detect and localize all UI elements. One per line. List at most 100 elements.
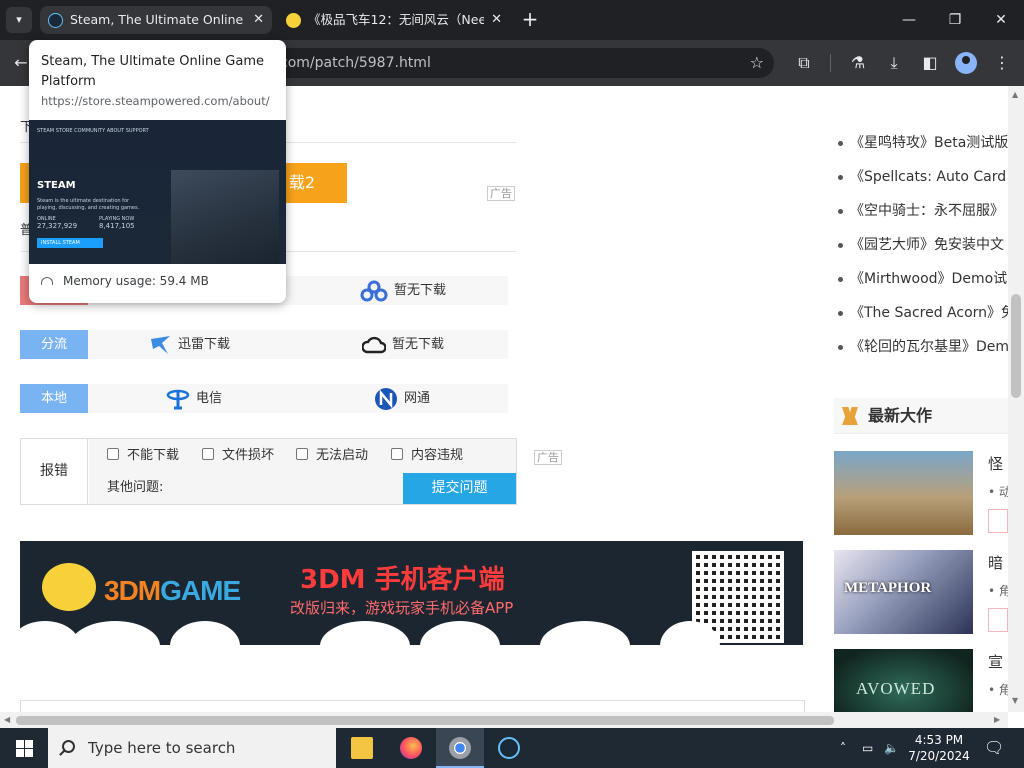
bookmark-star-icon[interactable]: ☆ (750, 48, 764, 78)
checkbox[interactable] (202, 448, 214, 460)
cloud-decoration (320, 621, 410, 645)
game-action-button[interactable] (988, 509, 1008, 533)
minimize-button[interactable]: — (886, 0, 932, 40)
tab-hover-card: Steam, The Ultimate Online Game Platform… (29, 40, 286, 303)
download-link-label: 迅雷下载 (178, 337, 231, 352)
report-option-file-corrupt[interactable]: 文件损坏 (202, 439, 274, 472)
download-link-telecom[interactable]: 电信 (166, 384, 222, 413)
game-name: 怪 (988, 455, 1004, 473)
preview-online-count: 27,327,929 (37, 222, 78, 230)
3dm-app-banner[interactable]: 3DMGAME 3DM 手机客户端 改版归来，游戏玩家手机必备APP (20, 541, 803, 645)
game-card[interactable]: METAPHOR 暗 • 角 (834, 550, 1011, 634)
toolbar-divider (830, 54, 831, 72)
download-link-netcom[interactable]: 网通 (374, 384, 430, 413)
search-icon (62, 740, 75, 753)
option-label: 不能下载 (127, 448, 180, 463)
menu-kebab-icon[interactable]: ⋮ (989, 50, 1015, 76)
report-option-cannot-download[interactable]: 不能下载 (107, 439, 179, 472)
game-card[interactable]: 怪 • 动 (834, 451, 1011, 535)
download-row-local: 本地 电信 网通 (20, 384, 508, 413)
game-thumbnail[interactable] (834, 451, 973, 535)
new-tab-button[interactable]: + (518, 8, 542, 32)
3dm-favicon-icon (286, 13, 301, 28)
extensions-icon[interactable]: ⧉ (791, 50, 817, 76)
scroll-right-icon[interactable]: ▶ (994, 715, 1000, 724)
taskbar-clock[interactable]: 4:53 PM 7/20/2024 (906, 732, 972, 764)
game-logo: AVOWED (856, 679, 936, 698)
scrollbar-thumb[interactable] (16, 716, 834, 725)
list-item[interactable]: 《Mirthwood》Demo试 (836, 262, 1008, 296)
scroll-down-icon[interactable]: ▼ (1012, 696, 1018, 705)
hover-card-title: Steam, The Ultimate Online Game Platform (41, 54, 265, 89)
option-label: 内容违规 (411, 448, 464, 463)
horizontal-scrollbar[interactable]: ◀ ▶ (0, 712, 1008, 728)
china-netcom-icon (375, 387, 397, 410)
volume-muted-icon[interactable]: 🔈 (884, 728, 899, 768)
list-item[interactable]: 《The Sacred Acorn》免 (836, 296, 1008, 330)
vertical-scrollbar[interactable]: ▲ ▼ (1008, 86, 1024, 712)
list-item[interactable]: 《星鸣特攻》Beta测试版 (836, 126, 1008, 160)
notification-icon[interactable]: 🗨 (984, 728, 1004, 768)
close-window-button[interactable]: ✕ (978, 0, 1024, 40)
banner-title: 3DM 手机客户端 (300, 565, 505, 595)
download-icon[interactable]: ⤓ (881, 50, 907, 76)
3dm-mascot-icon (42, 563, 96, 611)
tab-close-icon[interactable]: ✕ (491, 6, 502, 34)
checkbox[interactable] (107, 448, 119, 460)
ad-label: 广告 (534, 450, 562, 465)
side-panel-icon[interactable]: ◧ (917, 50, 943, 76)
submit-report-button[interactable]: 提交问题 (403, 473, 516, 504)
tab-title: Steam, The Ultimate Online Game Platform (70, 12, 246, 27)
chrome-taskbar-button[interactable] (436, 728, 484, 768)
profile-avatar-icon[interactable] (955, 52, 977, 74)
steam-taskbar-button[interactable] (485, 728, 533, 768)
thunder-bird-icon (151, 335, 170, 354)
tab-search-chevron-icon[interactable]: ▾ (6, 7, 32, 33)
start-button[interactable] (0, 728, 48, 768)
preview-nav: STEAM STORE COMMUNITY ABOUT SUPPORT (37, 128, 149, 134)
cloud-decoration (170, 621, 240, 645)
download-link-label: 暂无下载 (392, 337, 445, 352)
other-issue-label: 其他问题: (107, 480, 164, 495)
checkbox[interactable] (296, 448, 308, 460)
download-link-label: 暂无下载 (394, 283, 447, 298)
scroll-up-icon[interactable]: ▲ (1012, 90, 1018, 99)
taskbar-search-box[interactable]: Type here to search (48, 728, 336, 768)
download-link-cloud[interactable]: 暂无下载 (362, 330, 444, 359)
windows-taskbar: Type here to search ˄ ▭ 🔈 4:53 PM 7/20/2… (0, 728, 1024, 768)
steam-favicon-icon (48, 13, 63, 28)
report-option-content-violation[interactable]: 内容违规 (391, 439, 463, 472)
scroll-left-icon[interactable]: ◀ (4, 715, 10, 724)
restore-button[interactable]: ❐ (932, 0, 978, 40)
game-action-button[interactable] (988, 608, 1008, 632)
tab-need-for-speed[interactable]: 《极品飞车12：无间风云（Need for Speed ✕ (278, 6, 510, 34)
clock-time: 4:53 PM (914, 733, 964, 747)
game-name: 暗 (988, 554, 1004, 572)
list-item[interactable]: 《空中骑士：永不屈服》 (836, 194, 1008, 228)
game-thumbnail[interactable]: METAPHOR (834, 550, 973, 634)
tab-close-icon[interactable]: ✕ (253, 6, 264, 34)
network-icon[interactable]: ▭ (862, 728, 873, 768)
list-item[interactable]: 《园艺大师》免安装中文 (836, 228, 1008, 262)
list-item[interactable]: 《Spellcats: Auto Card T (836, 160, 1008, 194)
tab-title: 《极品飞车12：无间风云（Need for Speed (308, 12, 484, 27)
list-item[interactable]: 《轮回的瓦尔基里》Dem (836, 330, 1008, 364)
scrollbar-thumb[interactable] (1011, 294, 1021, 398)
tab-preview-thumbnail: STEAM STORE COMMUNITY ABOUT SUPPORT STEA… (29, 120, 286, 264)
labs-flask-icon[interactable]: ⚗ (845, 50, 871, 76)
show-hidden-icons[interactable]: ˄ (840, 728, 846, 768)
clock-date: 7/20/2024 (908, 749, 970, 763)
checkbox[interactable] (391, 448, 403, 460)
preview-install-button: INSTALL STEAM (37, 238, 103, 248)
china-telecom-icon (166, 389, 190, 409)
download-link-baidu[interactable]: 暂无下载 (360, 276, 446, 305)
folder-icon (351, 737, 373, 759)
firefox-icon (400, 737, 422, 759)
firefox-taskbar-button[interactable] (387, 728, 435, 768)
file-explorer-taskbar-button[interactable] (338, 728, 386, 768)
error-report-form: 报错 不能下载 文件损坏 无法启动 内容违规 其他问题: 提交问题 (20, 438, 517, 505)
hover-card-url: https://store.steampowered.com/about/ (41, 94, 270, 108)
tab-steam[interactable]: Steam, The Ultimate Online Game Platform… (40, 6, 272, 34)
download-link-thunder[interactable]: 迅雷下载 (150, 330, 230, 359)
report-option-cannot-start[interactable]: 无法启动 (296, 439, 368, 472)
